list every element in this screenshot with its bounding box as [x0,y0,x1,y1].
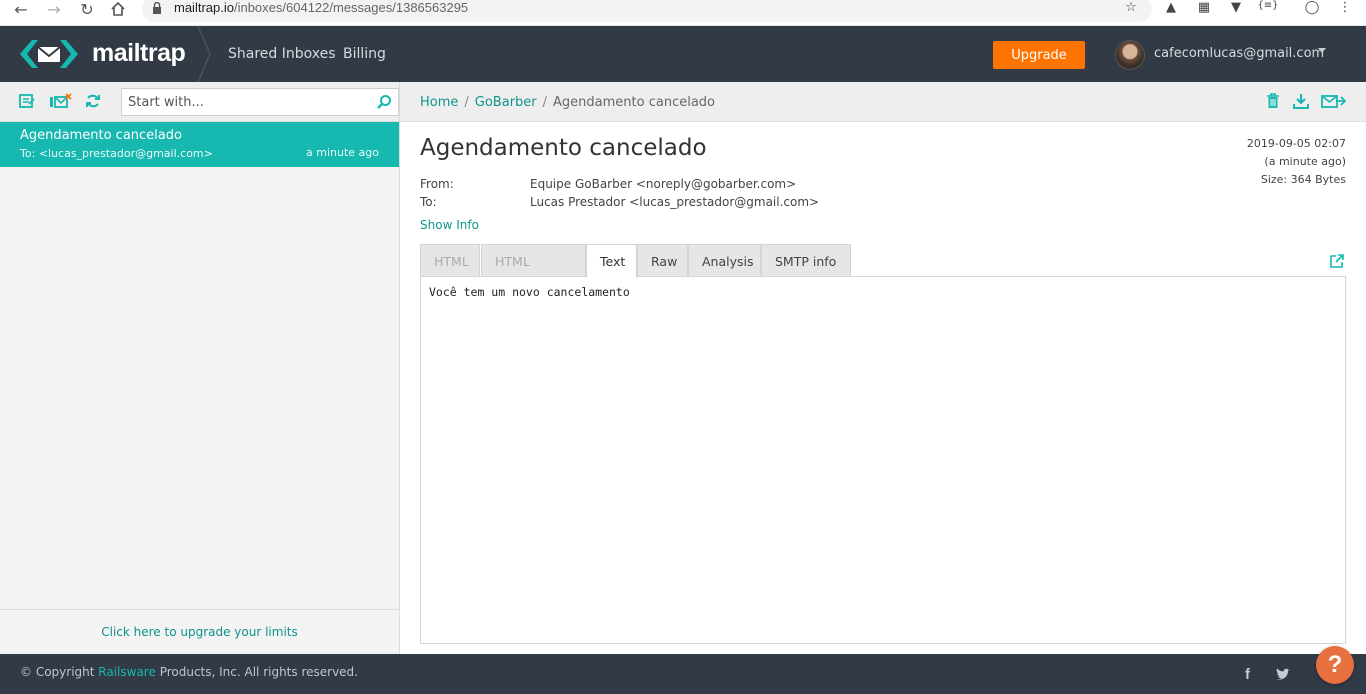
search-field [121,88,399,116]
json-extension-icon[interactable]: {≡} [1256,0,1280,16]
tab-html-source[interactable]: HTML Source [481,244,586,303]
lock-icon [153,2,161,14]
show-info-link[interactable]: Show Info [420,218,479,232]
shield-icon[interactable]: ▼ [1227,0,1245,16]
chevron-down-icon[interactable] [1318,48,1326,53]
user-email[interactable]: cafecomlucas@gmail.com [1154,46,1324,61]
breadcrumb-home[interactable]: Home [420,95,458,110]
header-divider [197,26,211,82]
list-toolbar [0,82,399,122]
message-relative-time: (a minute ago) [1264,155,1346,168]
copyright: © Copyright Railsware Products, Inc. All… [20,665,358,679]
upgrade-limits-link[interactable]: Click here to upgrade your limits [101,625,298,639]
message-meta: 2019-09-05 02:07 (a minute ago) Size: 36… [1247,135,1346,189]
tab-text[interactable]: Text [586,244,637,278]
railsware-link[interactable]: Railsware [98,665,156,679]
refresh-icon[interactable] [83,92,103,110]
tab-html[interactable]: HTML [420,244,480,277]
back-icon[interactable]: ← [10,0,32,19]
facebook-icon[interactable]: f [1245,666,1250,683]
breadcrumb-current: Agendamento cancelado [553,95,715,110]
star-icon[interactable]: ☆ [1122,0,1140,16]
tab-raw[interactable]: Raw [637,244,688,277]
profile-icon[interactable]: ◯ [1303,0,1321,16]
address-url: mailtrap.io/inboxes/604122/messages/1386… [174,0,469,15]
search-icon[interactable] [376,94,392,110]
brand-name: mailtrap [92,39,186,67]
reload-icon[interactable]: ↻ [76,0,98,19]
upgrade-button[interactable]: Upgrade [993,41,1085,69]
twitter-icon[interactable] [1275,668,1291,682]
tab-analysis[interactable]: Analysis [688,244,761,277]
message-size: Size: 364 Bytes [1260,173,1346,186]
from-value: Equipe GoBarber <noreply@gobarber.com> [530,177,797,191]
app-header: mailtrap Shared Inboxes Billing Upgrade … [0,26,1366,82]
clear-inbox-icon[interactable] [49,92,73,110]
app-footer: © Copyright Railsware Products, Inc. All… [0,654,1366,694]
message-subject: Agendamento cancelado [20,128,182,143]
page-title: Agendamento cancelado [420,135,707,161]
extension-icon[interactable]: ▲ [1162,0,1180,16]
menu-icon[interactable]: ⋮ [1336,0,1354,16]
trash-icon[interactable] [1263,92,1283,110]
logo-icon [20,40,78,68]
avatar[interactable] [1115,40,1145,70]
message-body-text: Você tem um novo cancelamento [429,285,630,299]
message-body-frame: Você tem um novo cancelamento [420,276,1346,644]
upgrade-footer: Click here to upgrade your limits [0,609,399,654]
breadcrumb: Home / GoBarber / Agendamento cancelado [420,95,715,110]
breadcrumb-inbox[interactable]: GoBarber [475,95,537,110]
download-icon[interactable] [1291,92,1311,110]
message-date: 2019-09-05 02:07 [1246,137,1346,150]
list-item[interactable]: Agendamento cancelado To: <lucas_prestad… [0,122,399,167]
forward-icon[interactable]: → [43,0,65,19]
mark-read-icon[interactable] [17,92,37,110]
nav-shared-inboxes[interactable]: Shared Inboxes [228,46,336,62]
search-input[interactable] [122,89,362,115]
from-label: From: [420,177,454,191]
browser-toolbar: ← → ↻ mailtrap.io/inboxes/604122/message… [0,0,1366,26]
home-icon[interactable] [107,0,129,18]
extension-grid-icon[interactable]: ▦ [1195,0,1213,16]
forward-message-icon[interactable] [1321,92,1347,110]
help-button[interactable]: ? [1316,646,1354,684]
to-label: To: [420,195,437,209]
tab-smtp-info[interactable]: SMTP info [761,244,851,277]
to-value: Lucas Prestador <lucas_prestador@gmail.c… [530,195,820,209]
open-external-icon[interactable] [1329,253,1345,269]
nav-billing[interactable]: Billing [343,46,386,62]
mailtrap-logo[interactable] [18,38,82,70]
view-tabs: HTML HTML Source Text Raw Analysis SMTP … [420,244,1346,303]
message-list-panel: Agendamento cancelado To: <lucas_prestad… [0,82,400,654]
message-time: a minute ago [306,146,379,159]
message-toolbar: Home / GoBarber / Agendamento cancelado [400,82,1366,122]
